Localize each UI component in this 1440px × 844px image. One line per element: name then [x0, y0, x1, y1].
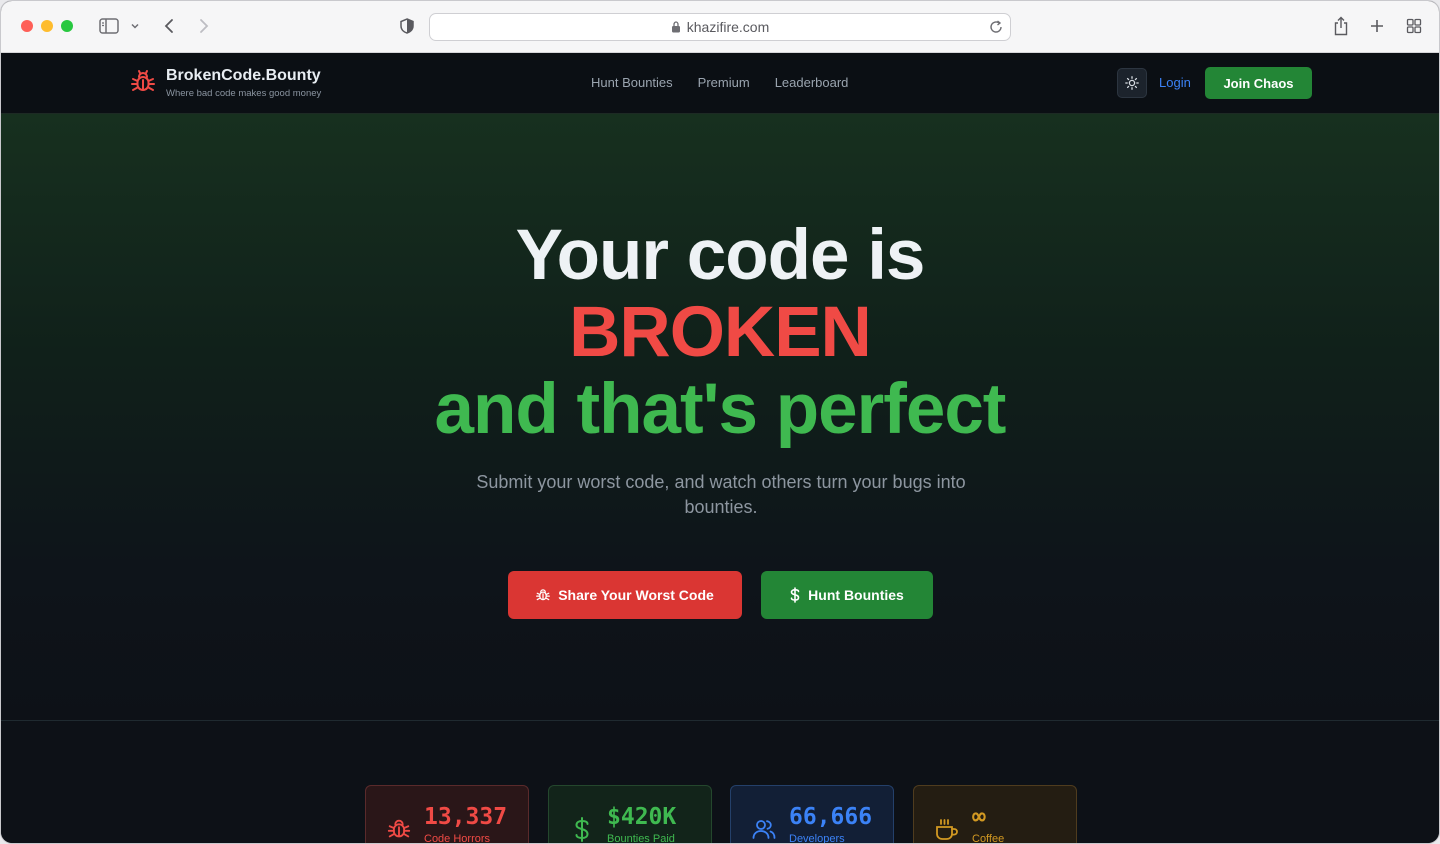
- brand-title: BrokenCode.Bounty: [166, 67, 321, 84]
- login-link[interactable]: Login: [1159, 75, 1191, 90]
- address-bar[interactable]: khazifire.com: [429, 13, 1011, 41]
- stat-value: 66,666: [789, 804, 873, 830]
- zoom-window-button[interactable]: [61, 20, 73, 32]
- theme-toggle-button[interactable]: [1117, 68, 1147, 98]
- site-header: BrokenCode.Bounty Where bad code makes g…: [1, 53, 1439, 114]
- bug-icon: [131, 70, 155, 91]
- cta-row: Share Your Worst Code Hunt Bounties: [1, 571, 1439, 619]
- headline-line-1: Your code is: [515, 216, 926, 295]
- brand-logo-link[interactable]: BrokenCode.Bounty Where bad code makes g…: [129, 67, 321, 99]
- hunt-bounties-button[interactable]: Hunt Bounties: [760, 571, 933, 619]
- dollar-icon: [790, 587, 800, 603]
- hunt-bounties-label: Hunt Bounties: [808, 587, 904, 603]
- stats-section: 13,337 Code Horrors $420K Bounties Paid: [1, 721, 1439, 844]
- headline-line-3: and that's perfect: [434, 370, 1007, 449]
- stat-card-code-horrors: 13,337 Code Horrors: [365, 785, 529, 844]
- forward-arrow-icon[interactable]: [194, 15, 214, 37]
- shield-icon[interactable]: [397, 15, 417, 37]
- hero-headline: Your code is BROKEN and that's perfect: [1, 217, 1439, 448]
- headline-line-2: BROKEN: [569, 293, 872, 372]
- reload-icon[interactable]: [988, 19, 1004, 35]
- brand-tagline: Where bad code makes good money: [166, 88, 322, 99]
- tab-overview-icon[interactable]: [1403, 15, 1425, 37]
- share-worst-code-button[interactable]: Share Your Worst Code: [507, 571, 742, 619]
- dollar-icon: [575, 817, 589, 842]
- share-worst-code-label: Share Your Worst Code: [558, 587, 714, 603]
- users-icon: [752, 820, 776, 839]
- stat-card-coffee: ∞ Coffee: [913, 785, 1077, 844]
- stat-label: Bounties Paid: [607, 833, 675, 844]
- close-window-button[interactable]: [21, 20, 33, 32]
- nav-premium[interactable]: Premium: [698, 75, 750, 90]
- stat-card-developers: 66,666 Developers: [730, 785, 894, 844]
- stat-value: $420K: [607, 804, 677, 830]
- back-arrow-icon[interactable]: [159, 15, 179, 37]
- sun-icon: [1125, 76, 1139, 90]
- coffee-icon: [936, 819, 958, 840]
- browser-toolbar: khazifire.com: [1, 1, 1439, 53]
- stat-label: Developers: [789, 833, 845, 844]
- new-tab-icon[interactable]: [1367, 15, 1387, 37]
- hero-subtitle: Submit your worst code, and watch others…: [476, 472, 966, 517]
- share-icon[interactable]: [1330, 15, 1352, 37]
- bug-icon: [387, 819, 411, 838]
- stat-label: Code Horrors: [424, 833, 491, 844]
- main-nav: Hunt Bounties Premium Leaderboard: [591, 75, 848, 90]
- url-text: khazifire.com: [686, 19, 770, 35]
- sidebar-toggle-icon[interactable]: [98, 15, 120, 37]
- stat-value: ∞: [972, 804, 986, 830]
- nav-leaderboard[interactable]: Leaderboard: [775, 75, 849, 90]
- join-chaos-button[interactable]: Join Chaos: [1205, 67, 1312, 99]
- stat-label: Coffee: [972, 833, 1005, 844]
- minimize-window-button[interactable]: [41, 20, 53, 32]
- chevron-down-icon[interactable]: [128, 15, 142, 37]
- stat-card-bounties-paid: $420K Bounties Paid: [548, 785, 712, 844]
- nav-hunt-bounties[interactable]: Hunt Bounties: [591, 75, 673, 90]
- hero-section: Your code is BROKEN and that's perfect S…: [1, 114, 1439, 721]
- bug-icon: [536, 589, 551, 601]
- stat-value: 13,337: [424, 804, 508, 830]
- browser-window: khazifire.com BrokenCode.Bounty Where ba…: [0, 0, 1440, 844]
- lock-icon: [671, 21, 681, 33]
